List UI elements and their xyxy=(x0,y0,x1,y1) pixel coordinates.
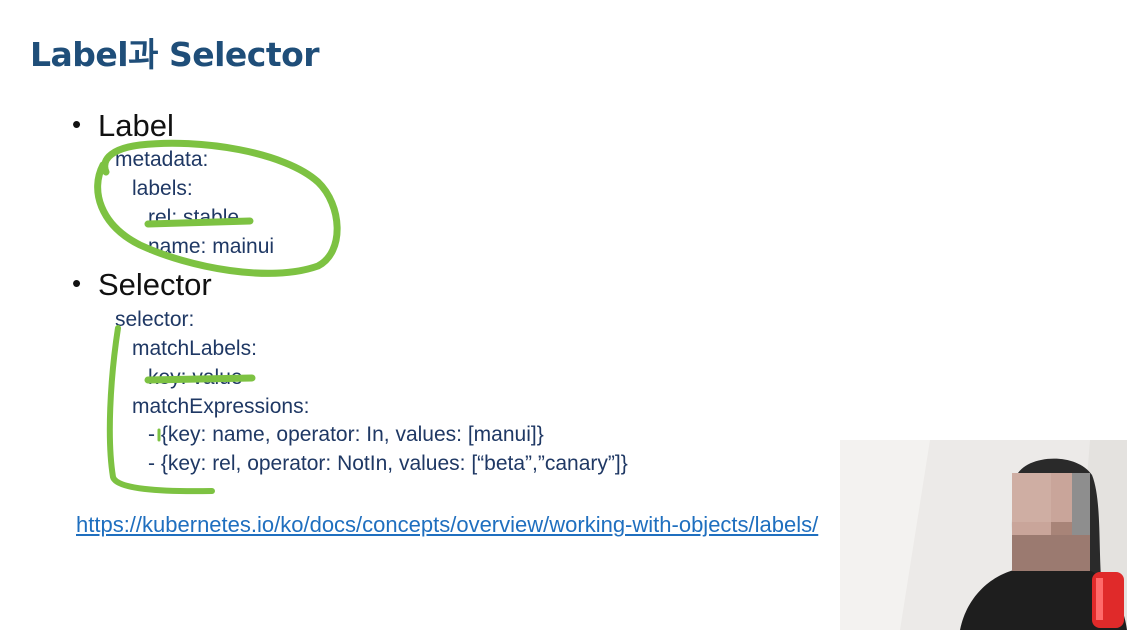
code-line-matchexpressions: matchExpressions: xyxy=(132,395,310,418)
code-line-selector: selector: xyxy=(115,308,195,331)
code-line-key-value: key: value xyxy=(148,366,243,389)
bullet-dot-icon: • xyxy=(72,109,82,139)
presenter-image xyxy=(840,440,1127,630)
bullet-selector-text: Selector xyxy=(98,267,212,302)
code-line-rel-stable: rel: stable xyxy=(148,206,240,229)
presenter-webcam xyxy=(840,440,1127,630)
kubernetes-docs-link[interactable]: https://kubernetes.io/ko/docs/concepts/o… xyxy=(76,512,818,538)
bullet-label-text: Label xyxy=(98,108,174,143)
bullet-label: • Label xyxy=(72,108,174,144)
code-line-expression-in: - {key: name, operator: In, values: [man… xyxy=(148,423,544,446)
bullet-selector: • Selector xyxy=(72,267,212,303)
code-line-expression-notin: - {key: rel, operator: NotIn, values: [“… xyxy=(148,452,628,475)
code-line-metadata: metadata: xyxy=(115,148,209,171)
code-line-labels: labels: xyxy=(132,177,193,200)
code-line-matchlabels: matchLabels: xyxy=(132,337,257,360)
slide-title: Label과 Selector xyxy=(30,35,320,74)
code-line-name-mainui: name: mainui xyxy=(148,235,275,258)
bullet-dot-icon: • xyxy=(72,268,82,298)
